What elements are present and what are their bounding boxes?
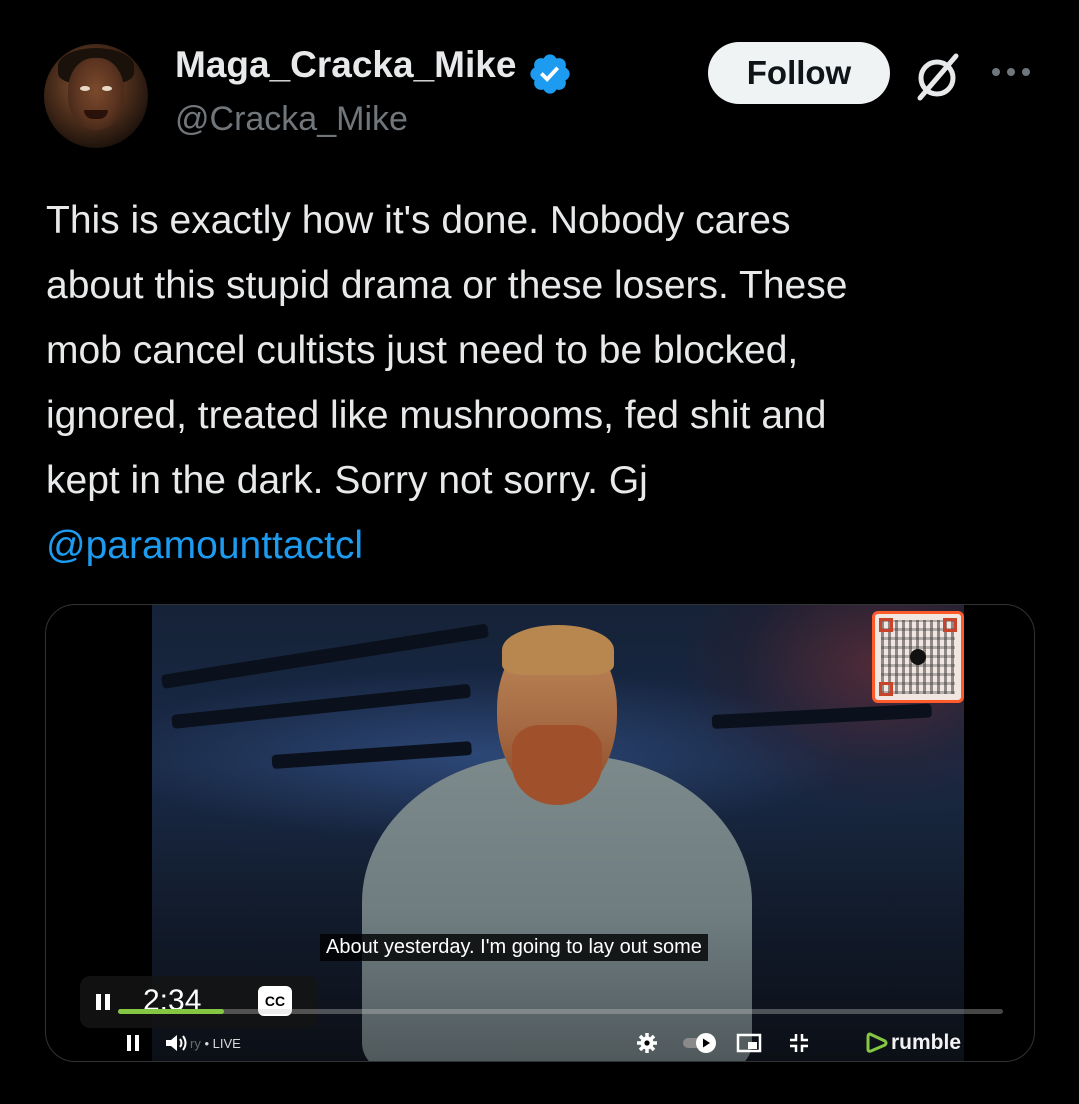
grok-icon[interactable] [910, 48, 966, 104]
video-progress-bar[interactable] [118, 1009, 1003, 1014]
tweet-text-line: mob cancel cultists just need to be bloc… [46, 329, 799, 372]
video-progress-fill [118, 1009, 225, 1014]
tweet-text: This is exactly how it's done. Nobody ca… [46, 188, 1036, 578]
rumble-label: rumble [891, 1031, 962, 1054]
tweet-text-line: kept in the dark. Sorry not sorry. Gj [46, 459, 648, 502]
live-label: • LIVE [204, 1036, 241, 1051]
mention-link[interactable]: @paramounttactcl [46, 513, 1036, 578]
live-partial-text: ry [190, 1036, 201, 1051]
author-display-name[interactable]: Maga_Cracka_Mike [175, 44, 516, 86]
avatar-eye-right [102, 86, 112, 91]
video-overlay-controls: 2:34 CC [80, 976, 318, 1028]
player-control-bar: ry • LIVE rumble [106, 1028, 976, 1060]
volume-icon[interactable] [164, 1032, 188, 1054]
tweet-header: Maga_Cracka_Mike @Cracka_Mike Follow [0, 0, 1079, 170]
follow-button[interactable]: Follow [708, 42, 890, 104]
tweet-text-line: This is exactly how it's done. Nobody ca… [46, 199, 791, 242]
rumble-logo[interactable]: rumble [866, 1030, 961, 1056]
picture-in-picture-icon[interactable] [736, 1033, 762, 1053]
tweet-text-line: about this stupid drama or these losers.… [46, 264, 848, 307]
qr-code [872, 611, 964, 703]
avatar-face [68, 58, 124, 130]
presenter-beard [512, 725, 602, 805]
author-handle[interactable]: @Cracka_Mike [175, 100, 408, 139]
qr-center-logo [910, 649, 926, 665]
rumble-play-icon [866, 1032, 888, 1053]
verified-badge-icon [530, 54, 570, 94]
avatar-eye-left [80, 86, 90, 91]
exit-fullscreen-icon[interactable] [788, 1032, 810, 1054]
more-options-icon[interactable] [988, 62, 1034, 82]
author-avatar[interactable] [44, 44, 148, 148]
live-indicator[interactable]: ry • LIVE [190, 1036, 241, 1051]
qr-finder [879, 682, 893, 696]
autoplay-toggle-icon[interactable] [682, 1032, 718, 1054]
qr-finder [879, 618, 893, 632]
presenter-hair [502, 625, 614, 675]
pause-icon[interactable] [126, 1034, 140, 1052]
tweet-text-line: ignored, treated like mushrooms, fed shi… [46, 394, 827, 437]
settings-gear-icon[interactable] [636, 1032, 658, 1054]
pause-icon[interactable] [94, 992, 112, 1012]
qr-finder [943, 618, 957, 632]
video-caption: About yesterday. I'm going to lay out so… [320, 934, 708, 961]
